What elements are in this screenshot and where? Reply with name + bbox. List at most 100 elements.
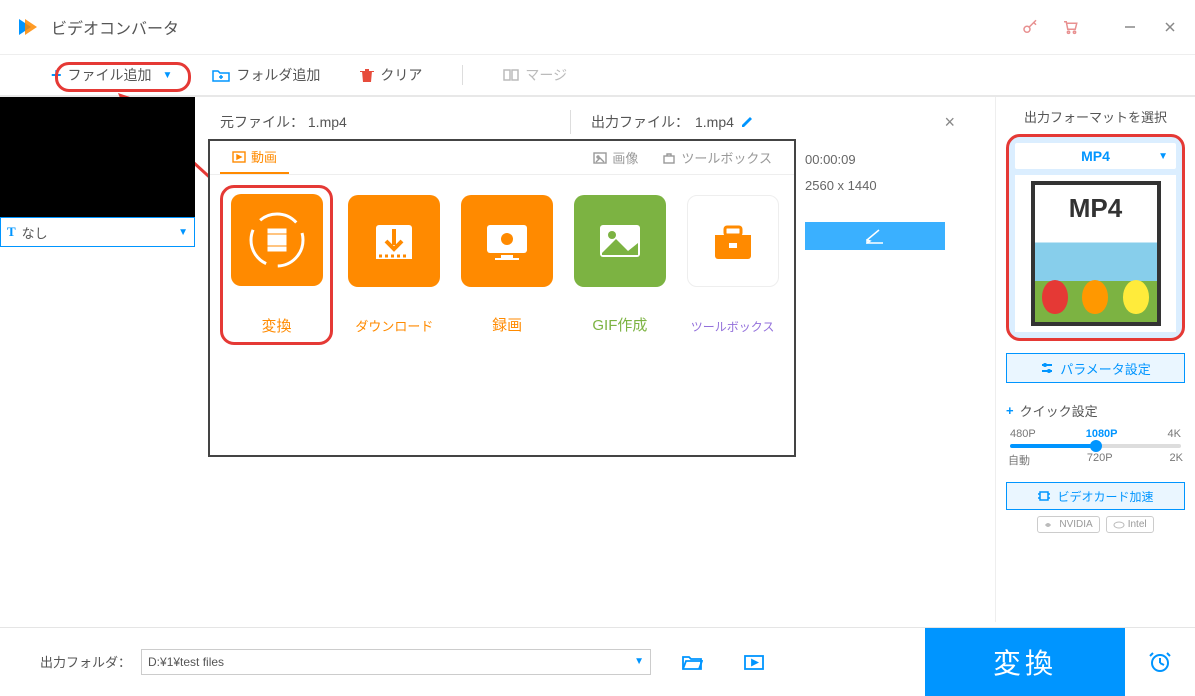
trash-icon [360, 67, 374, 83]
plus-icon: + [51, 65, 62, 86]
tile-record[interactable]: 録画 [456, 195, 559, 335]
tile-toolbox-label: ツールボックス [691, 318, 775, 335]
tile-gif-label: GIF作成 [592, 314, 647, 335]
nvidia-icon [1044, 520, 1056, 530]
balloon-icon [1042, 280, 1068, 314]
tile-convert-label: 変換 [261, 315, 291, 336]
format-box: MP4 ▼ MP4 [1006, 134, 1185, 341]
sidebar-title: 出力フォーマットを選択 [1006, 107, 1185, 126]
res-480p: 480P [1010, 428, 1036, 440]
merge-label: マージ [525, 65, 567, 85]
briefcase-icon [703, 211, 763, 271]
output-folder-label: 出力フォルダ： [40, 652, 131, 671]
gpu-badges: NVIDIA Intel [1006, 516, 1185, 533]
file-info-row: 元ファイル： 1.mp4 出力ファイル： 1.mp4 × [200, 107, 995, 137]
convert-button[interactable]: 変換 [925, 628, 1125, 696]
convert-button-label: 変換 [993, 642, 1057, 682]
pencil-icon[interactable] [740, 115, 754, 129]
output-file-name: 1.mp4 [695, 114, 734, 130]
minimize-button[interactable] [1120, 17, 1140, 37]
format-selector[interactable]: MP4 ▼ [1015, 143, 1176, 169]
tile-download[interactable]: ダウンロード [343, 195, 446, 335]
tile-toolbox[interactable]: ツールボックス [681, 195, 784, 335]
slider-thumb[interactable] [1090, 440, 1102, 452]
toolbar: + ファイル追加 ▼ フォルダ追加 クリア マージ [0, 55, 1195, 97]
output-folder-input[interactable]: D:¥1¥test files ▼ [141, 649, 651, 675]
merge-icon [503, 68, 519, 82]
schedule-button[interactable] [1125, 628, 1195, 696]
balloon-icon [1082, 280, 1108, 314]
video-thumbnail[interactable] [0, 97, 195, 217]
edit-icon [865, 228, 885, 244]
parameter-settings-button[interactable]: パラメータ設定 [1006, 353, 1185, 383]
add-file-dropdown[interactable]: ▼ [163, 70, 173, 81]
titlebar: ビデオコンバータ [0, 0, 1195, 55]
source-file-label: 元ファイル： [220, 114, 304, 130]
add-folder-label: フォルダ追加 [236, 65, 320, 85]
add-file-button[interactable]: + ファイル追加 [50, 64, 153, 87]
resolution-labels-top: 480P 1080P 4K [1006, 428, 1185, 440]
chevron-down-icon: ▼ [1158, 151, 1168, 162]
tab-image-label: 画像 [612, 148, 638, 167]
sidebar: 出力フォーマットを選択 MP4 ▼ MP4 パラメータ設定 [995, 97, 1195, 622]
remove-file-button[interactable]: × [944, 112, 955, 133]
video-folder-button[interactable] [743, 653, 765, 671]
res-720p: 720P [1087, 452, 1113, 468]
format-preview[interactable]: MP4 [1015, 175, 1176, 332]
toolbox-icon [662, 152, 676, 164]
res-2k: 2K [1170, 452, 1183, 468]
file-duration: 00:00:09 [805, 147, 877, 173]
add-folder-button[interactable]: フォルダ追加 [212, 65, 320, 85]
tile-gif[interactable]: GIF作成 [569, 195, 672, 335]
gif-icon [590, 211, 650, 271]
nvidia-badge: NVIDIA [1037, 516, 1099, 533]
chevron-down-icon: ▼ [634, 656, 644, 667]
merge-button[interactable]: マージ [503, 65, 567, 85]
plus-icon: + [1006, 403, 1014, 418]
clock-icon [1147, 649, 1173, 675]
res-auto: 自動 [1008, 452, 1030, 468]
bottombar: 出力フォルダ： D:¥1¥test files ▼ 変換 [0, 627, 1195, 695]
parameter-settings-label: パラメータ設定 [1060, 359, 1151, 378]
sliders-icon [1040, 362, 1054, 374]
text-icon: T [7, 224, 16, 240]
download-icon [364, 211, 424, 271]
chip-icon [1037, 490, 1051, 502]
folder-plus-icon [212, 68, 230, 82]
file-metadata: 00:00:09 2560 x 1440 [805, 147, 877, 199]
edit-button[interactable] [805, 222, 945, 250]
tab-video[interactable]: 動画 [220, 141, 289, 174]
resolution-slider[interactable] [1010, 444, 1181, 448]
format-name: MP4 [1081, 148, 1110, 164]
tab-image[interactable]: 画像 [581, 141, 650, 174]
chevron-down-icon: ▼ [178, 227, 188, 238]
record-icon [477, 211, 537, 271]
tile-convert[interactable]: 変換 [220, 185, 333, 345]
tab-video-label: 動画 [251, 147, 277, 166]
format-preview-label: MP4 [1035, 193, 1157, 224]
app-logo-icon [15, 15, 39, 39]
cart-icon[interactable] [1060, 17, 1080, 37]
clear-button[interactable]: クリア [360, 65, 422, 85]
intel-icon [1113, 520, 1125, 530]
res-1080p: 1080P [1086, 428, 1118, 440]
tile-record-label: 録画 [492, 314, 522, 335]
tab-toolbox[interactable]: ツールボックス [650, 141, 784, 174]
image-icon [593, 152, 607, 164]
key-icon[interactable] [1020, 17, 1040, 37]
gpu-accel-button[interactable]: ビデオカード加速 [1006, 482, 1185, 510]
add-file-label: ファイル追加 [68, 65, 152, 85]
subtitle-selector[interactable]: T なし ▼ [0, 217, 195, 247]
tile-download-label: ダウンロード [355, 316, 433, 335]
intel-badge: Intel [1106, 516, 1154, 533]
close-button[interactable] [1160, 17, 1180, 37]
output-folder-path: D:¥1¥test files [148, 655, 224, 669]
quick-settings-header: + クイック設定 [1006, 401, 1185, 420]
convert-icon [247, 210, 307, 270]
open-folder-button[interactable] [681, 653, 703, 671]
output-file-label: 出力ファイル： [591, 112, 689, 132]
quick-settings-label: クイック設定 [1020, 401, 1098, 420]
file-resolution: 2560 x 1440 [805, 173, 877, 199]
subtitle-value: なし [22, 223, 48, 242]
res-4k: 4K [1168, 428, 1181, 440]
